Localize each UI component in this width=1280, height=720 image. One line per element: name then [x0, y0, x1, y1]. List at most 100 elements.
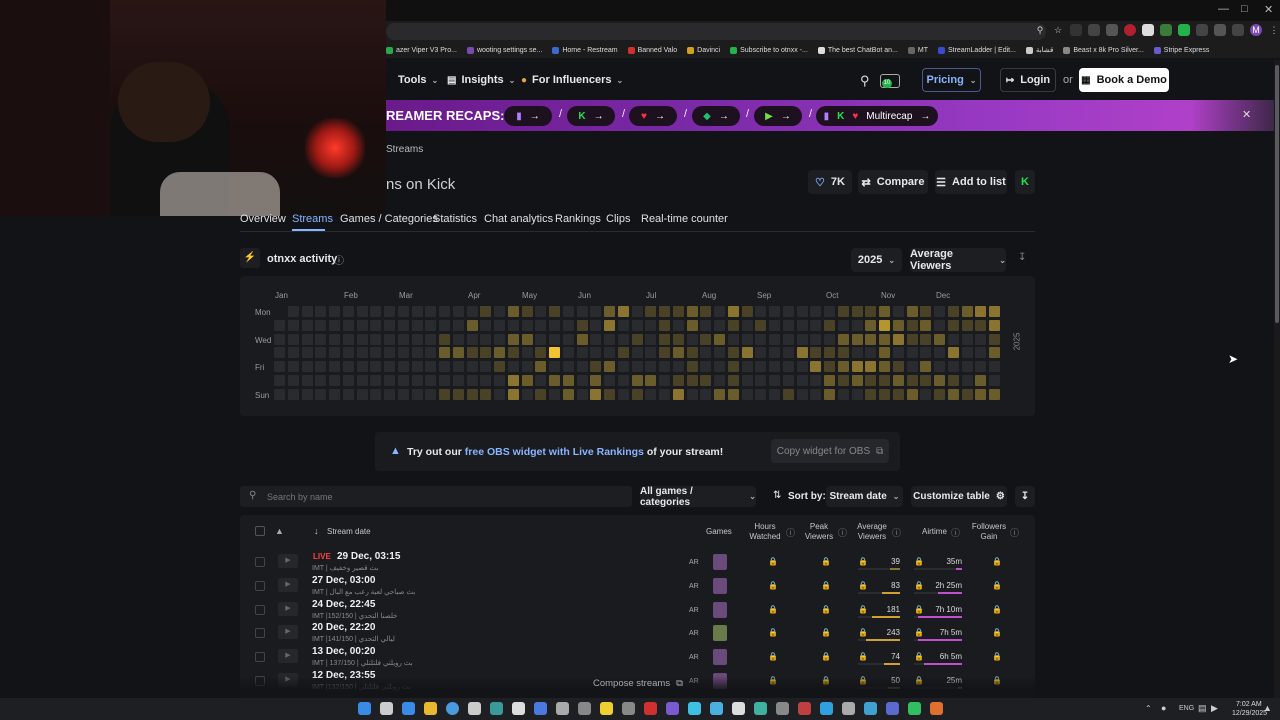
heatmap-cell[interactable] — [769, 361, 780, 372]
heatmap-cell[interactable] — [617, 361, 629, 372]
pricing-button[interactable]: Pricing ⌄ — [922, 68, 981, 92]
heatmap-cell[interactable] — [700, 319, 712, 331]
heatmap-cell[interactable] — [631, 347, 643, 359]
column-header-stream-date[interactable]: Stream date — [327, 527, 371, 537]
heatmap-cell[interactable] — [356, 374, 368, 386]
heatmap-cell[interactable] — [466, 388, 478, 400]
close-window-icon[interactable]: ✕ — [1264, 3, 1273, 16]
heatmap-cell[interactable] — [837, 388, 849, 400]
heatmap-cell[interactable] — [356, 306, 368, 317]
recap-other-button[interactable]: ◆ → — [692, 106, 740, 126]
heatmap-cell[interactable] — [782, 374, 794, 386]
app-icon[interactable] — [666, 702, 679, 715]
info-icon[interactable]: ⓘ — [786, 526, 795, 539]
heatmap-cell[interactable] — [645, 361, 657, 372]
heatmap-cell[interactable] — [727, 306, 739, 317]
heatmap-cell[interactable] — [315, 319, 327, 331]
heatmap-cell[interactable] — [727, 333, 739, 345]
heatmap-cell[interactable] — [452, 374, 464, 386]
heatmap-cell[interactable] — [934, 306, 945, 317]
heatmap-cell[interactable] — [617, 319, 629, 331]
heatmap-cell[interactable] — [961, 306, 973, 317]
heatmap-cell[interactable] — [507, 347, 519, 359]
app-icon[interactable] — [776, 702, 789, 715]
app-icon[interactable] — [842, 702, 855, 715]
heatmap-cell[interactable] — [356, 333, 368, 345]
heatmap-cell[interactable] — [920, 306, 932, 317]
heatmap-cell[interactable] — [631, 361, 643, 372]
heatmap-cell[interactable] — [947, 388, 959, 400]
heatmap-cell[interactable] — [301, 374, 313, 386]
heatmap-cell[interactable] — [906, 347, 918, 359]
sidebar-icon[interactable] — [1232, 24, 1244, 36]
heatmap-cell[interactable] — [342, 388, 354, 400]
heatmap-cell[interactable] — [851, 333, 863, 345]
start-icon[interactable] — [358, 702, 371, 715]
row-date[interactable]: 27 Dec, 03:00 — [312, 575, 375, 586]
heatmap-cell[interactable] — [535, 319, 547, 331]
heatmap-cell[interactable] — [521, 374, 533, 386]
nav-tools[interactable]: Tools ⌄ — [386, 74, 438, 86]
heatmap-cell[interactable] — [535, 333, 547, 345]
heatmap-cell[interactable] — [576, 388, 588, 400]
heatmap-cell[interactable] — [700, 306, 712, 317]
heatmap-cell[interactable] — [961, 319, 973, 331]
tab-overview[interactable]: Overview — [240, 213, 286, 225]
tray-chevron-icon[interactable]: ⌃ — [1145, 704, 1152, 713]
game-thumbnail[interactable] — [713, 554, 727, 570]
add-to-list-button[interactable]: ☰ Add to list — [935, 170, 1007, 194]
heatmap-cell[interactable] — [342, 306, 354, 317]
heatmap-cell[interactable] — [590, 306, 602, 317]
heatmap-cell[interactable] — [384, 388, 395, 400]
heatmap-cell[interactable] — [301, 306, 313, 317]
heatmap-cell[interactable] — [989, 306, 1000, 317]
bookmark-item[interactable]: StreamLadder | Edit... — [937, 46, 1016, 54]
extension-icon[interactable] — [1070, 24, 1082, 36]
heatmap-cell[interactable] — [686, 347, 698, 359]
play-icon[interactable]: ▶ — [278, 649, 298, 664]
heatmap-cell[interactable] — [906, 333, 918, 345]
heatmap-cell[interactable] — [975, 333, 987, 345]
heatmap-cell[interactable] — [851, 347, 863, 359]
heatmap-cell[interactable] — [851, 388, 863, 400]
heatmap-cell[interactable] — [274, 361, 285, 372]
heatmap-cell[interactable] — [549, 319, 560, 331]
heatmap-cell[interactable] — [837, 347, 849, 359]
app-icon[interactable] — [600, 702, 613, 715]
extension-icon[interactable] — [1196, 24, 1208, 36]
heatmap-cell[interactable] — [535, 306, 547, 317]
heatmap-cell[interactable] — [480, 319, 492, 331]
heatmap-cell[interactable] — [439, 333, 450, 345]
heatmap-cell[interactable] — [934, 388, 945, 400]
heatmap-cell[interactable] — [755, 306, 767, 317]
heatmap-cell[interactable] — [439, 347, 450, 359]
heatmap-cell[interactable] — [837, 333, 849, 345]
heatmap-cell[interactable] — [714, 333, 725, 345]
heatmap-cell[interactable] — [686, 306, 698, 317]
heatmap-cell[interactable] — [356, 319, 368, 331]
heatmap-cell[interactable] — [604, 347, 615, 359]
heatmap-cell[interactable] — [659, 374, 670, 386]
heatmap-cell[interactable] — [494, 361, 505, 372]
heatmap-cell[interactable] — [672, 347, 684, 359]
play-icon[interactable]: ▶ — [278, 601, 298, 616]
tab-statistics[interactable]: Statistics — [433, 213, 477, 225]
file-explorer-icon[interactable] — [424, 702, 437, 715]
heatmap-cell[interactable] — [934, 347, 945, 359]
heatmap-cell[interactable] — [810, 361, 822, 372]
microphone-icon[interactable]: ● — [1161, 703, 1166, 713]
heatmap-cell[interactable] — [714, 374, 725, 386]
select-all-checkbox[interactable] — [255, 526, 265, 536]
row-checkbox[interactable] — [255, 628, 265, 639]
heatmap-cell[interactable] — [865, 361, 877, 372]
heatmap-cell[interactable] — [384, 347, 395, 359]
search-input[interactable]: ⚲ Search by name — [240, 486, 632, 507]
heatmap-cell[interactable] — [301, 333, 313, 345]
column-header-average-viewers[interactable]: Average Viewers — [854, 522, 890, 542]
bookmark-item[interactable]: Subscribe to otnxx -... — [730, 46, 808, 54]
heatmap-cell[interactable] — [989, 319, 1000, 331]
heatmap-cell[interactable] — [851, 361, 863, 372]
nav-insights[interactable]: ▤ Insights ⌄ — [447, 74, 515, 86]
heatmap-cell[interactable] — [810, 374, 822, 386]
bookmark-item[interactable]: The best ChatBot an... — [817, 46, 898, 54]
